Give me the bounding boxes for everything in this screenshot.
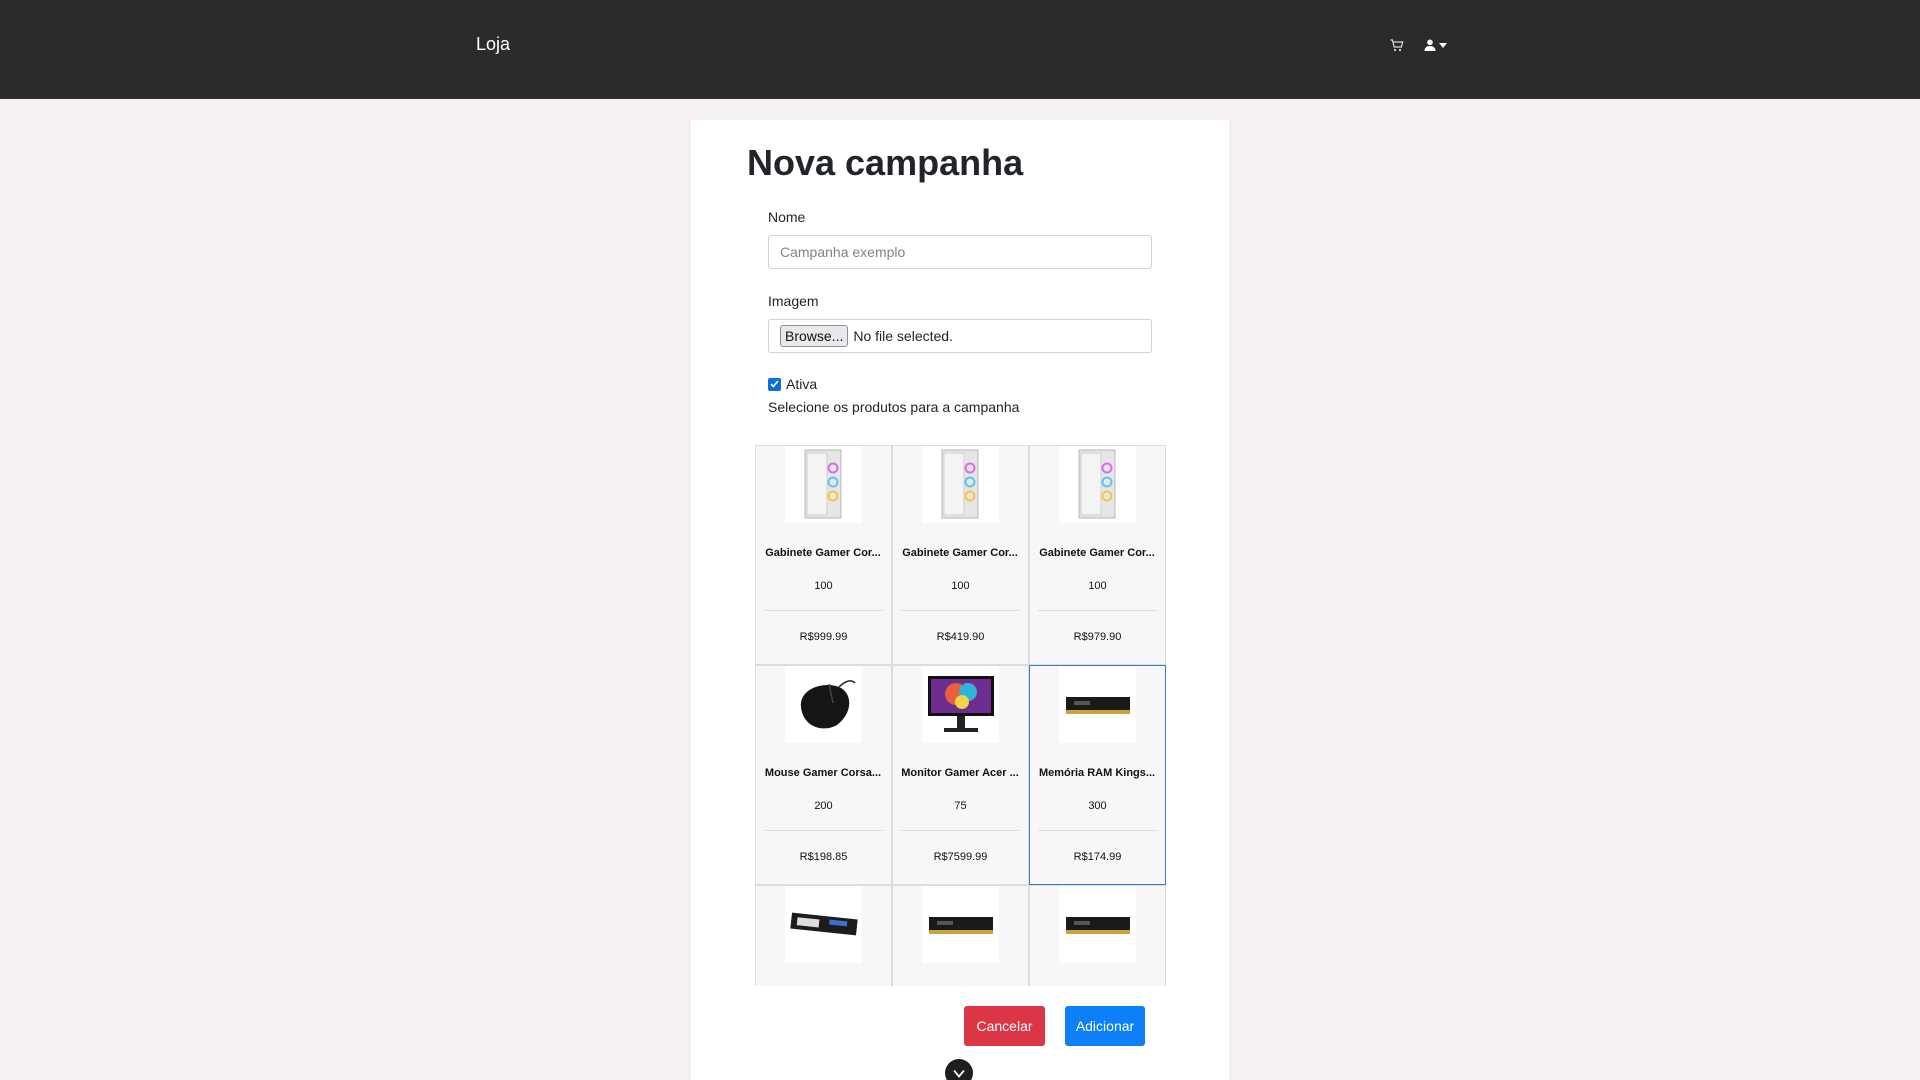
product-grid-scroll[interactable]: Gabinete Gamer Cor... 100 R$999.99 Gabinete… <box>755 445 1167 986</box>
select-products-hint: Selecione os produtos para a campanha <box>768 399 1020 415</box>
product-card[interactable]: Mouse Gamer Corsa... 200 R$198.85 <box>755 665 892 885</box>
product-divider <box>1038 830 1157 831</box>
product-quantity: 100 <box>814 580 833 592</box>
product-quantity: 200 <box>814 800 833 812</box>
active-label: Ativa <box>786 376 818 392</box>
active-checkbox[interactable] <box>768 377 781 391</box>
product-image <box>785 446 862 523</box>
product-card[interactable] <box>1029 885 1166 986</box>
product-card[interactable] <box>755 885 892 986</box>
product-image <box>785 666 862 743</box>
product-name: Gabinete Gamer Cor... <box>765 547 881 559</box>
chevron-down-icon[interactable] <box>945 1059 973 1080</box>
product-card[interactable]: Gabinete Gamer Cor... 100 R$999.99 <box>755 445 892 665</box>
product-divider <box>764 830 883 831</box>
browse-button[interactable]: Browse... <box>780 325 849 347</box>
chevron-down-icon <box>1439 42 1447 48</box>
new-campaign-card: Nova campanha Nome Imagem Browse... No f… <box>691 120 1229 1080</box>
campaign-name-input[interactable] <box>768 235 1152 269</box>
product-card[interactable] <box>892 885 1029 986</box>
product-price: R$999.99 <box>799 631 848 643</box>
product-price: R$198.85 <box>799 851 848 863</box>
product-divider <box>1038 610 1157 611</box>
product-price: R$7599.99 <box>933 851 988 863</box>
product-divider <box>901 610 1020 611</box>
product-divider <box>901 830 1020 831</box>
checkmark-icon <box>770 380 779 388</box>
product-card[interactable]: Gabinete Gamer Cor... 100 R$419.90 <box>892 445 1029 665</box>
product-image <box>1059 666 1136 743</box>
product-grid: Gabinete Gamer Cor... 100 R$999.99 Gabinete… <box>755 445 1167 986</box>
product-image <box>922 446 999 523</box>
product-price: R$979.90 <box>1073 631 1122 643</box>
product-name: Monitor Gamer Acer ... <box>901 767 1019 779</box>
product-image <box>785 886 862 963</box>
product-image <box>1059 446 1136 523</box>
image-label: Imagem <box>768 293 819 309</box>
product-card[interactable]: Monitor Gamer Acer ... 75 R$7599.99 <box>892 665 1029 885</box>
product-image <box>1059 886 1136 963</box>
page-title: Nova campanha <box>747 142 1024 183</box>
product-card[interactable]: Memória RAM Kings... 300 R$174.99 <box>1029 665 1166 885</box>
product-name: Memória RAM Kings... <box>1038 767 1156 779</box>
add-button[interactable]: Adicionar <box>1065 1006 1145 1046</box>
cancel-button[interactable]: Cancelar <box>964 1006 1045 1046</box>
product-name: Mouse Gamer Corsa... <box>764 767 882 779</box>
user-menu-button[interactable] <box>1424 36 1452 54</box>
brand-link[interactable]: Loja <box>476 34 510 55</box>
cart-icon[interactable] <box>1389 37 1405 53</box>
product-price: R$174.99 <box>1073 851 1122 863</box>
product-quantity: 100 <box>1088 580 1107 592</box>
active-checkbox-row: Ativa <box>768 376 817 392</box>
product-price: R$419.90 <box>936 631 985 643</box>
product-quantity: 100 <box>951 580 970 592</box>
product-quantity: 75 <box>954 800 967 812</box>
name-label: Nome <box>768 209 806 225</box>
file-status: No file selected. <box>853 328 953 344</box>
top-navbar: Loja <box>0 0 1920 99</box>
product-name: Gabinete Gamer Cor... <box>1039 547 1155 559</box>
product-divider <box>764 610 883 611</box>
product-image <box>922 666 999 743</box>
image-file-input[interactable]: Browse... No file selected. <box>768 319 1152 353</box>
user-icon <box>1424 39 1436 51</box>
product-card[interactable]: Gabinete Gamer Cor... 100 R$979.90 <box>1029 445 1166 665</box>
product-image <box>922 886 999 963</box>
product-quantity: 300 <box>1088 800 1107 812</box>
product-name: Gabinete Gamer Cor... <box>902 547 1018 559</box>
